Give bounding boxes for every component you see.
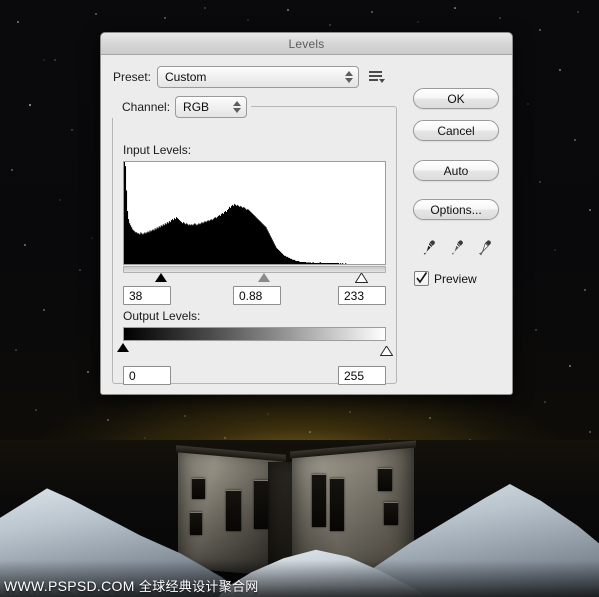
window [190,512,202,535]
ok-button[interactable]: OK [413,88,499,109]
preset-options-menu-icon[interactable] [369,70,386,84]
input-levels-label: Input Levels: [123,143,192,157]
input-white-point-handle[interactable] [354,273,368,283]
input-black-point-value: 38 [129,288,143,303]
input-gamma-field[interactable]: 0.88 [233,286,281,305]
window [192,478,205,499]
input-black-point-handle[interactable] [155,273,168,282]
dialog-title: Levels [288,36,325,51]
set-gray-point-eyedropper[interactable] [447,239,464,256]
preset-value: Custom [165,70,207,84]
output-black-point-handle[interactable] [117,343,129,352]
eyedropper-toolbar [419,235,499,259]
watermark-tagline: 全球经典设计聚合网 [138,579,259,594]
dialog-body: Preset: Custom Channel: RGB Input Levels… [101,55,512,394]
channel-row: Channel: RGB [112,96,252,118]
preset-row: Preset: Custom [113,66,386,88]
levels-dialog: Levels Preset: Custom Channel: RGB Input… [100,32,513,395]
output-white-point-value: 255 [344,368,365,383]
watermark-url: WWW.PSPSD.COM [4,578,135,594]
site-watermark: WWW.PSPSD.COM 全球经典设计聚合网 [4,576,259,595]
output-black-point-field[interactable]: 0 [123,366,171,385]
window [378,468,392,491]
channel-value: RGB [183,100,210,114]
set-white-point-eyedropper[interactable] [475,239,492,256]
channel-label: Channel: [122,100,171,114]
input-gamma-handle[interactable] [257,273,270,282]
auto-button[interactable]: Auto [413,160,499,181]
output-levels-label: Output Levels: [123,309,201,323]
checkmark-icon [416,272,428,284]
window [384,502,398,525]
output-white-point-handle[interactable] [379,343,393,361]
channel-dropdown[interactable]: RGB [175,96,248,118]
input-white-point-value: 233 [344,288,365,303]
channel-stepper-arrows-icon[interactable] [231,98,242,115]
preview-row[interactable]: Preview [414,271,477,286]
output-black-point-value: 0 [129,368,136,383]
window [330,478,344,531]
preview-label: Preview [434,271,477,286]
histogram-plot [124,162,385,264]
options-button[interactable]: Options... [413,199,499,220]
input-black-point-field[interactable]: 38 [123,286,171,305]
preview-checkbox[interactable] [414,271,429,286]
preset-stepper-arrows-icon[interactable] [343,68,354,85]
window [312,474,326,527]
window [226,490,241,531]
dialog-titlebar[interactable]: Levels [101,33,512,55]
input-gamma-value: 0.88 [239,288,263,303]
output-levels-gradient-bar[interactable] [123,327,386,341]
set-black-point-eyedropper[interactable] [419,239,436,256]
output-white-point-field[interactable]: 255 [338,366,386,385]
preset-dropdown[interactable]: Custom [157,66,360,88]
input-white-point-field[interactable]: 233 [338,286,386,305]
histogram-chart[interactable] [123,161,386,265]
input-levels-slider-track[interactable] [123,266,386,273]
cancel-button[interactable]: Cancel [413,120,499,141]
preset-label: Preset: [113,70,152,84]
window [254,480,268,529]
